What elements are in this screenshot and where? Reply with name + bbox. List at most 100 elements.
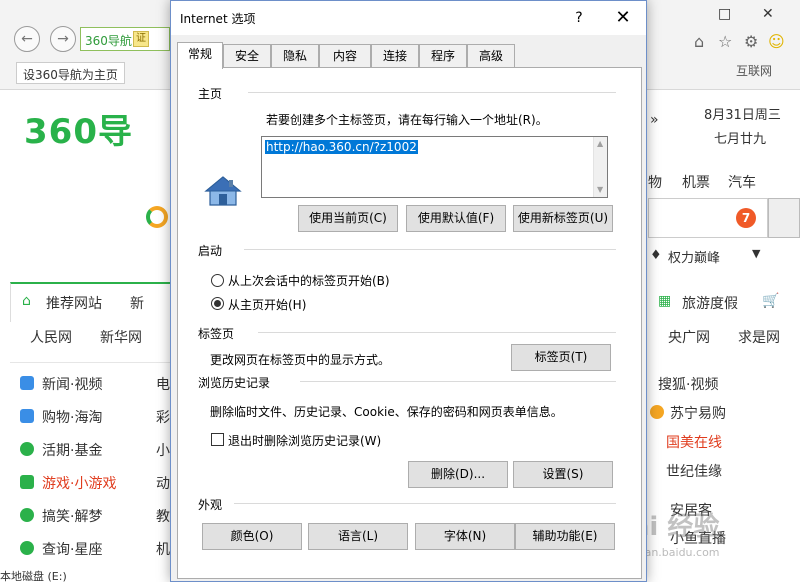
top-link[interactable]: 物 — [648, 172, 662, 192]
book-icon: ▦ — [658, 293, 672, 309]
divider — [234, 503, 616, 504]
tab-travel[interactable]: 旅游度假 — [682, 293, 738, 313]
joke-icon — [20, 508, 34, 522]
top-link[interactable]: 汽车 — [728, 172, 756, 192]
category-item[interactable]: 购物·海淘 — [42, 407, 102, 427]
category-item[interactable]: 电 — [156, 374, 170, 394]
right-top-label: 互联网 — [736, 64, 773, 78]
homepage-url-textarea[interactable]: http://hao.360.cn/?z1002 ▲ ▼ — [261, 136, 608, 198]
query-icon — [20, 541, 34, 555]
tab-privacy[interactable]: 隐私 — [271, 44, 319, 68]
right-link[interactable]: 世纪佳缘 — [666, 461, 722, 481]
site-logo[interactable]: 360导 — [24, 104, 133, 153]
tab-programs[interactable]: 程序 — [419, 44, 467, 68]
internet-options-dialog: Internet 选项 ? ✕ 常规 安全 隐私 内容 连接 程序 高级 主页 … — [170, 0, 647, 582]
use-new-tab-button[interactable]: 使用新标签页(U) — [513, 205, 613, 232]
tabs-settings-button[interactable]: 标签页(T) — [511, 344, 611, 371]
use-current-button[interactable]: 使用当前页(C) — [298, 205, 398, 232]
back-button[interactable]: ← — [14, 26, 40, 52]
right-link[interactable]: 国美在线 — [666, 432, 722, 452]
tab-recommend[interactable]: 推荐网站 — [46, 293, 102, 313]
tab-news[interactable]: 新 — [130, 293, 144, 313]
address-bar[interactable]: 360导航 证 — [80, 27, 170, 51]
category-item[interactable]: 教 — [156, 506, 170, 526]
category-item[interactable]: 搞笑·解梦 — [42, 506, 102, 526]
dialog-title: Internet 选项 — [180, 12, 256, 26]
history-settings-button[interactable]: 设置(S) — [513, 461, 613, 488]
tab-security[interactable]: 安全 — [223, 44, 271, 68]
tabs-description: 更改网页在标签页中的显示方式。 — [210, 353, 391, 367]
help-button[interactable]: ? — [569, 7, 589, 29]
search-button[interactable] — [768, 198, 800, 238]
flame-icon: ♦ — [650, 248, 662, 263]
hot-link[interactable]: 权力巅峰 — [668, 247, 720, 266]
tab-connections[interactable]: 连接 — [371, 44, 419, 68]
radio-last-session[interactable] — [211, 274, 224, 287]
site-link[interactable]: 新华网 — [100, 327, 142, 347]
lunar-date-label: 七月廿九 — [714, 132, 767, 147]
site-link[interactable]: 人民网 — [30, 327, 72, 347]
tabs-header: 标签页 — [198, 327, 235, 341]
divider — [300, 381, 616, 382]
close-window-icon[interactable]: ✕ — [762, 6, 774, 22]
right-link[interactable]: 苏宁易购 — [670, 403, 726, 423]
home-small-icon: ⌂ — [22, 293, 31, 309]
maximize-icon[interactable]: □ — [718, 6, 731, 22]
delete-on-exit-label[interactable]: 退出时删除浏览历史记录(W) — [228, 432, 381, 449]
shopping-icon — [20, 409, 34, 423]
divider — [258, 332, 616, 333]
date-label: 8月31日周三 — [704, 108, 781, 123]
history-description: 删除临时文件、历史记录、Cookie、保存的密码和网页表单信息。 — [210, 405, 563, 419]
gear-icon[interactable]: ⚙ — [744, 32, 758, 51]
accessibility-button[interactable]: 辅助功能(E) — [515, 523, 615, 550]
fund-icon — [20, 442, 34, 456]
radio-last-session-label[interactable]: 从上次会话中的标签页开始(B) — [228, 272, 390, 289]
startup-header: 启动 — [198, 244, 223, 258]
category-item[interactable]: 活期·基金 — [42, 440, 102, 460]
radio-homepage[interactable] — [211, 297, 224, 310]
site-link[interactable]: 求是网 — [738, 327, 780, 347]
right-link[interactable]: 搜狐·视频 — [658, 374, 718, 394]
category-item[interactable]: 新闻·视频 — [42, 374, 102, 394]
site-link[interactable]: 央广网 — [668, 327, 710, 347]
delete-history-button[interactable]: 删除(D)... — [408, 461, 508, 488]
star-icon[interactable]: ☆ — [718, 32, 732, 51]
chevron-down-icon[interactable]: ▼ — [752, 247, 760, 260]
fonts-button[interactable]: 字体(N) — [415, 523, 515, 550]
notification-badge[interactable]: 7 — [736, 208, 756, 228]
tab-general[interactable]: 常规 — [177, 42, 223, 69]
certificate-icon[interactable]: 证 — [133, 31, 149, 47]
delete-on-exit-checkbox[interactable] — [211, 433, 224, 446]
suning-icon — [650, 405, 664, 419]
cart-icon: 🛒 — [762, 293, 780, 309]
search-logo-icon — [146, 206, 168, 228]
divider — [248, 92, 616, 93]
top-link[interactable]: 机票 — [682, 172, 710, 192]
scroll-up-icon[interactable]: ▲ — [597, 139, 603, 148]
forward-button[interactable]: → — [50, 26, 76, 52]
tab-advanced[interactable]: 高级 — [467, 44, 515, 68]
category-item[interactable]: 小 — [156, 440, 170, 460]
category-item[interactable]: 彩 — [156, 407, 170, 427]
title-bar[interactable]: Internet 选项 ? ✕ — [171, 1, 646, 35]
close-button[interactable]: ✕ — [611, 6, 635, 30]
use-default-button[interactable]: 使用默认值(F) — [406, 205, 506, 232]
colors-button[interactable]: 颜色(O) — [202, 523, 302, 550]
address-text: 360导航 — [85, 34, 132, 48]
category-item[interactable]: 查询·星座 — [42, 539, 102, 559]
arrow-left-icon: ← — [21, 31, 33, 47]
category-item[interactable]: 游戏·小游戏 — [42, 473, 116, 493]
history-header: 浏览历史记录 — [198, 376, 271, 390]
category-item[interactable]: 动 — [156, 473, 170, 493]
smiley-icon[interactable]: ☺ — [768, 32, 785, 51]
home-icon[interactable]: ⌂ — [694, 32, 704, 51]
scroll-down-icon[interactable]: ▼ — [597, 185, 603, 194]
category-item[interactable]: 机 — [156, 539, 170, 559]
textarea-scrollbar[interactable]: ▲ ▼ — [593, 137, 607, 197]
tab-content[interactable]: 内容 — [319, 44, 371, 68]
chevron-right-icon[interactable]: » — [650, 112, 659, 128]
languages-button[interactable]: 语言(L) — [308, 523, 408, 550]
radio-homepage-label[interactable]: 从主页开始(H) — [228, 296, 306, 313]
browser-tab[interactable]: 设360导航为主页 — [16, 62, 125, 84]
homepage-url-text: http://hao.360.cn/?z1002 — [265, 140, 418, 154]
